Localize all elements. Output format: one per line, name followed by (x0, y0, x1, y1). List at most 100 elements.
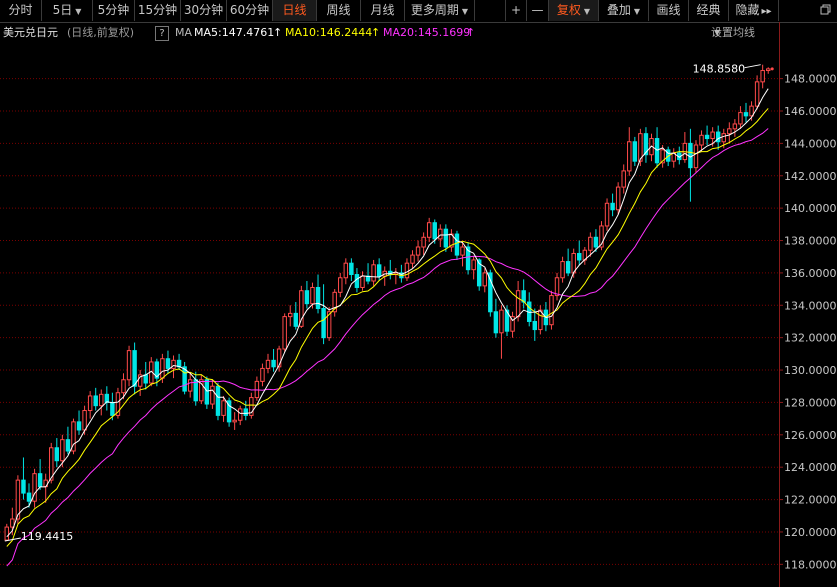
candle-body (421, 236, 426, 248)
candle-body (321, 308, 326, 339)
tab-14[interactable]: 叠加 ▼ (599, 0, 649, 21)
candle-body (76, 421, 82, 431)
tab-12[interactable]: — (527, 0, 549, 21)
y-tick-label: 146.0000 (784, 105, 837, 118)
chart-info-bar: 美元兑日元 (日线,前复权) ? MA MA5:147.4761 ↑ MA10:… (0, 23, 780, 43)
help-icon[interactable]: ? (155, 26, 169, 41)
toolbar-label: 15分钟 (137, 3, 178, 17)
candle-body (171, 359, 176, 369)
tab-8[interactable]: 周线 (317, 0, 361, 21)
ma20-value: MA20:145.1699 (383, 26, 471, 39)
candle-body (610, 202, 615, 211)
ma20-arrow-icon: ↑ (466, 26, 476, 39)
candle-body (338, 277, 343, 293)
candle-body (710, 131, 715, 140)
high-pointer (744, 64, 761, 69)
candle-body (65, 439, 71, 452)
candle-body (232, 419, 237, 423)
toolbar-label: — (531, 3, 544, 17)
candle-body (132, 350, 137, 387)
double-chevron-right-icon: ▸▸ (761, 6, 772, 17)
candle-body (688, 142, 693, 169)
candle-body (288, 312, 293, 318)
y-tick-label: 122.0000 (784, 494, 837, 507)
candle-body (243, 408, 248, 416)
toolbar-label: 画线 (656, 3, 681, 17)
candle-body (727, 128, 732, 135)
candle-body (304, 290, 310, 305)
candle-body (4, 526, 10, 541)
candle-body (349, 262, 354, 276)
chevron-down-icon: ▼ (633, 7, 641, 16)
tab-2[interactable]: 5日 ▼ (42, 0, 93, 21)
tab-15[interactable]: 画线 (649, 0, 689, 21)
candle-body (165, 358, 171, 369)
tab-10[interactable]: 更多周期 ▼ (405, 0, 475, 21)
chevron-down-icon: ▼ (583, 7, 591, 16)
chevron-down-icon: ▼ (75, 7, 82, 16)
tab-4[interactable]: 15分钟 (135, 0, 181, 21)
candle-body (110, 401, 115, 416)
candle-body (471, 259, 476, 271)
tab-5[interactable]: 30分钟 (181, 0, 227, 21)
candle-body (754, 81, 760, 107)
tab-6[interactable]: 60分钟 (227, 0, 273, 21)
candle-body (210, 385, 215, 405)
candle-body (426, 222, 432, 238)
candle-body (460, 246, 465, 256)
candle-body (221, 400, 226, 416)
candle-body (299, 290, 304, 327)
chart-mode-label: (日线,前复权) (67, 26, 135, 39)
candle-body (310, 286, 315, 305)
candle-body (82, 410, 87, 431)
last-price-marker (770, 67, 774, 71)
tab-11[interactable]: + (505, 0, 527, 21)
tab-13[interactable]: 复权 ▼ (549, 0, 599, 21)
y-tick-label: 138.0000 (784, 235, 837, 248)
y-tick-label: 144.0000 (784, 137, 837, 150)
candle-body (704, 134, 710, 140)
tab-16[interactable]: 经典 (689, 0, 729, 21)
tab-17[interactable]: 隐藏 ▸▸ (729, 0, 779, 21)
candle-body (721, 133, 726, 143)
candle-body (488, 272, 493, 313)
toolbar-label: + (510, 3, 522, 17)
candle-body (104, 393, 110, 403)
candle-body (588, 236, 593, 251)
candle-body (315, 286, 321, 310)
toolbar-label: 经典 (696, 3, 721, 17)
candle-body (632, 141, 638, 162)
candle-body (743, 112, 749, 117)
candle-body (293, 312, 299, 327)
candle-body (237, 408, 243, 421)
toolbar-label: 60分钟 (229, 3, 270, 17)
tab-3[interactable]: 5分钟 (93, 0, 135, 21)
candle-body (532, 320, 538, 331)
y-tick-label: 128.0000 (784, 396, 837, 409)
tab-1[interactable]: 分时 (0, 0, 42, 21)
candle-body (715, 131, 721, 143)
candle-body (87, 395, 93, 412)
candle-body (260, 367, 265, 382)
toolbar-label: 更多周期 (410, 3, 459, 17)
candle-body (343, 262, 349, 279)
tab-9[interactable]: 月线 (361, 0, 405, 21)
ma10-value: MA10:146.2444 (285, 26, 373, 39)
candle-body (60, 439, 65, 462)
candle-body (560, 261, 565, 279)
candle-body (99, 393, 104, 407)
y-tick-label: 136.0000 (784, 267, 837, 280)
toolbar-label: 叠加 (606, 3, 631, 17)
toolbar-label: 日线 (282, 3, 307, 17)
candle-body (621, 170, 626, 188)
candle-body (376, 264, 382, 277)
candle-body (749, 105, 754, 117)
candle-body (738, 112, 743, 125)
candle-body (265, 359, 271, 369)
restore-window-icon[interactable] (815, 0, 837, 21)
tab-7[interactable]: 日线 (273, 0, 317, 21)
y-tick-label: 118.0000 (784, 558, 837, 571)
candle-body (593, 236, 599, 248)
candle-body (454, 233, 460, 256)
y-tick-label: 142.0000 (784, 170, 837, 183)
